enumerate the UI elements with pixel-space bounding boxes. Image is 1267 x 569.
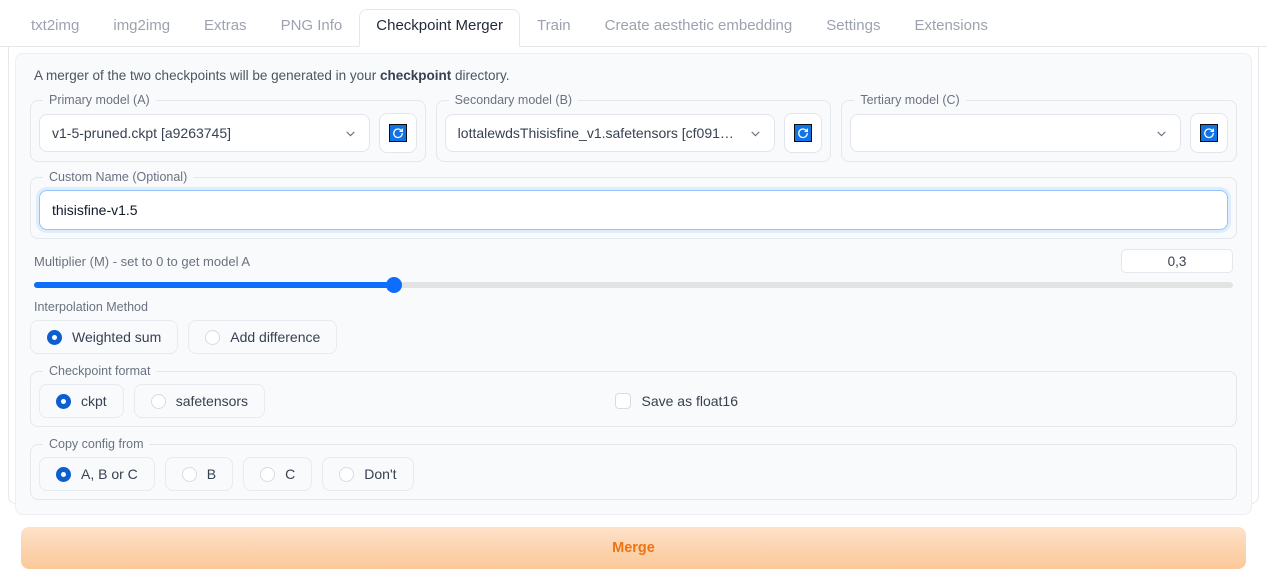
- description-bold: checkpoint: [379, 68, 452, 83]
- interpolation-method-group: Interpolation Method Weighted sum Add di…: [30, 300, 1237, 354]
- radio-copy-config-abc[interactable]: A, B or C: [39, 457, 155, 491]
- radio-ckpt-label: ckpt: [81, 393, 107, 409]
- tertiary-model-dropdown[interactable]: [850, 114, 1182, 152]
- primary-model-inner: v1-5-pruned.ckpt [a9263745]: [39, 113, 417, 153]
- custom-name-input[interactable]: thisisfine-v1.5: [39, 190, 1228, 230]
- radio-dot-icon: [205, 329, 221, 345]
- radio-dot-icon: [260, 466, 276, 482]
- radio-copy-config-abc-label: A, B or C: [81, 466, 138, 482]
- checkpoint-format-legend: Checkpoint format: [49, 364, 151, 378]
- tab-png-info[interactable]: PNG Info: [264, 9, 360, 47]
- interpolation-method-label: Interpolation Method: [34, 300, 148, 314]
- tab-extras[interactable]: Extras: [187, 9, 264, 47]
- multiplier-slider-thumb[interactable]: [385, 277, 402, 293]
- save-as-float16-label: Save as float16: [641, 393, 738, 409]
- radio-safetensors-label: safetensors: [175, 393, 249, 409]
- secondary-model-dropdown[interactable]: lottalewdsThisisfine_v1.safetensors [cf0…: [444, 114, 776, 152]
- tab-train[interactable]: Train: [520, 9, 588, 47]
- radio-weighted-sum[interactable]: Weighted sum: [30, 320, 179, 354]
- radio-dot-icon: [181, 466, 197, 482]
- merger-panel: A merger of the two checkpoints will be …: [15, 53, 1252, 515]
- multiplier-number-input[interactable]: 0,3: [1121, 249, 1233, 273]
- copy-config-legend: Copy config from: [49, 437, 144, 451]
- radio-copy-config-b-label: B: [206, 466, 217, 482]
- radio-dot-icon: [150, 393, 166, 409]
- secondary-model-value: lottalewdsThisisfine_v1.safetensors [cf0…: [457, 125, 742, 141]
- tertiary-model-legend: Tertiary model (C): [860, 93, 960, 107]
- tab-bar: txt2img img2img Extras PNG Info Checkpoi…: [0, 0, 1267, 47]
- copy-config-options: A, B or C B C Don't: [39, 457, 1228, 491]
- primary-model-legend: Primary model (A): [49, 93, 150, 107]
- merger-description: A merger of the two checkpoints will be …: [34, 68, 1237, 83]
- refresh-icon: [388, 124, 407, 142]
- radio-copy-config-c[interactable]: C: [243, 457, 313, 491]
- checkpoint-merger-pane: A merger of the two checkpoints will be …: [8, 47, 1259, 569]
- checkpoint-format-options: ckpt safetensors: [39, 384, 266, 418]
- multiplier-slider-fill: [34, 282, 394, 288]
- radio-safetensors[interactable]: safetensors: [133, 384, 266, 418]
- tab-txt2img[interactable]: txt2img: [14, 9, 96, 47]
- tab-checkpoint-merger[interactable]: Checkpoint Merger: [359, 9, 520, 47]
- checkpoint-format-row: ckpt safetensors Save as float16: [39, 384, 1228, 418]
- radio-weighted-sum-label: Weighted sum: [72, 329, 162, 345]
- secondary-model-legend: Secondary model (B): [454, 93, 573, 107]
- secondary-model-refresh-button[interactable]: [784, 113, 823, 153]
- multiplier-value: 0,3: [1167, 253, 1187, 269]
- primary-model-group: Primary model (A) v1-5-pruned.ckpt [a926…: [30, 93, 426, 162]
- interpolation-method-options: Weighted sum Add difference: [30, 320, 1237, 354]
- multiplier-slider[interactable]: [34, 277, 1233, 293]
- tertiary-model-refresh-button[interactable]: [1190, 113, 1229, 153]
- multiplier-label: Multiplier (M) - set to 0 to get model A: [34, 253, 251, 269]
- model-selectors-row: Primary model (A) v1-5-pruned.ckpt [a926…: [30, 93, 1238, 162]
- radio-dot-icon: [56, 393, 71, 409]
- tab-settings[interactable]: Settings: [809, 9, 897, 47]
- chevron-down-icon: [345, 130, 355, 137]
- primary-model-value: v1-5-pruned.ckpt [a9263745]: [52, 125, 232, 141]
- secondary-model-inner: lottalewdsThisisfine_v1.safetensors [cf0…: [444, 113, 823, 153]
- save-as-float16-checkbox[interactable]: Save as float16: [615, 393, 738, 409]
- custom-name-value: thisisfine-v1.5: [52, 202, 138, 218]
- custom-name-legend: Custom Name (Optional): [49, 170, 188, 184]
- description-part2: directory.: [451, 68, 510, 83]
- tab-create-aesthetic-embedding[interactable]: Create aesthetic embedding: [588, 9, 810, 47]
- refresh-icon: [1200, 124, 1219, 142]
- secondary-model-group: Secondary model (B) lottalewdsThisisfine…: [435, 93, 832, 162]
- radio-copy-config-dont[interactable]: Don't: [322, 457, 414, 491]
- radio-dot-icon: [47, 329, 62, 345]
- checkpoint-format-group: Checkpoint format ckpt safetensors Save …: [30, 364, 1237, 427]
- tab-extensions[interactable]: Extensions: [897, 9, 1004, 47]
- radio-dot-icon: [56, 466, 71, 482]
- chevron-down-icon: [1157, 130, 1166, 137]
- merge-button-row: Merge: [15, 515, 1252, 569]
- multiplier-header: Multiplier (M) - set to 0 to get model A…: [34, 249, 1233, 273]
- radio-copy-config-c-label: C: [285, 466, 296, 482]
- description-part1: A merger of the two checkpoints will be …: [34, 68, 380, 83]
- primary-model-refresh-button[interactable]: [378, 113, 417, 153]
- copy-config-group: Copy config from A, B or C B C Don't: [30, 437, 1237, 500]
- chevron-down-icon: [751, 130, 761, 137]
- radio-copy-config-dont-label: Don't: [364, 466, 397, 482]
- radio-dot-icon: [339, 466, 355, 482]
- tertiary-model-inner: [850, 113, 1229, 153]
- checkbox-icon: [615, 393, 632, 409]
- multiplier-block: Multiplier (M) - set to 0 to get model A…: [30, 249, 1237, 293]
- refresh-icon: [794, 124, 813, 142]
- custom-name-group: Custom Name (Optional) thisisfine-v1.5: [30, 170, 1237, 239]
- merge-button[interactable]: Merge: [21, 527, 1246, 569]
- primary-model-dropdown[interactable]: v1-5-pruned.ckpt [a9263745]: [39, 114, 370, 152]
- radio-copy-config-b[interactable]: B: [164, 457, 234, 491]
- radio-add-difference-label: Add difference: [230, 329, 321, 345]
- radio-ckpt[interactable]: ckpt: [39, 384, 124, 418]
- tertiary-model-group: Tertiary model (C): [841, 93, 1238, 162]
- tab-img2img[interactable]: img2img: [96, 9, 187, 47]
- radio-add-difference[interactable]: Add difference: [188, 320, 338, 354]
